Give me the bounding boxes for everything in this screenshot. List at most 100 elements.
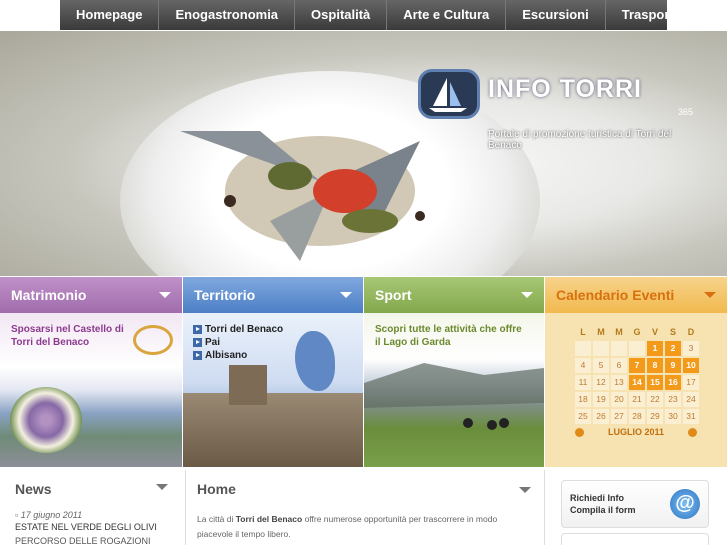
calendar-day[interactable]: 25 — [575, 409, 591, 424]
nav-ospitalita[interactable]: Ospitalità — [295, 0, 388, 30]
calendar-day[interactable]: 21 — [629, 392, 645, 407]
panel-matrimonio: Matrimonio Sposarsi nel Castello di Torr… — [0, 277, 182, 467]
calendar-day[interactable]: 24 — [683, 392, 699, 407]
calendar-week: 123 — [575, 341, 699, 356]
panel-calendario: Calendario Eventi LMMGVSD 1 2 3 4 5 6 7 8 9 10 11 1… — [545, 277, 727, 467]
panel-sport-body: Scopri tutte le attività che offre il La… — [364, 313, 544, 467]
calendar-day[interactable]: 18 — [575, 392, 591, 407]
panel-calendario-header[interactable]: Calendario Eventi — [545, 277, 727, 313]
calendar-weekday: L — [580, 327, 586, 337]
calendar-weekday: M — [615, 327, 623, 337]
next-month-icon[interactable] — [688, 427, 697, 437]
nav-escursioni[interactable]: Escursioni — [506, 0, 606, 30]
panel-calendario-body: LMMGVSD 1 2 3 4 5 6 7 8 9 10 11 12 13 14 15 16 17 18 19 20 2… — [545, 313, 727, 467]
nav-enogastronomia[interactable]: Enogastronomia — [159, 0, 296, 30]
arrow-right-icon — [193, 338, 202, 347]
matrimonio-link[interactable]: Sposarsi nel Castello di Torri del Benac… — [11, 323, 129, 349]
calendar-event-day[interactable]: 16 — [665, 375, 681, 390]
calendar-day[interactable]: 20 — [611, 392, 627, 407]
calendar-nav: LUGLIO 2011 — [575, 427, 697, 437]
sailboat-icon — [429, 78, 467, 112]
news-item-title[interactable]: ESTATE NEL VERDE DEGLI OLIVI — [15, 522, 157, 532]
panel-matrimonio-header[interactable]: Matrimonio — [0, 277, 182, 313]
calendar-day[interactable]: 28 — [629, 409, 645, 424]
nav-homepage[interactable]: Homepage — [60, 0, 160, 30]
territorio-list: Torri del Benaco Pai Albisano — [193, 323, 283, 362]
calendar-empty-cell — [629, 341, 645, 356]
calendar-day[interactable]: 5 — [593, 358, 609, 373]
panel-sport: Sport Scopri tutte le attività che offre… — [364, 277, 544, 467]
calendar-week: 18 19 20 21 22 23 24 — [575, 392, 699, 407]
territorio-item[interactable]: Torri del Benaco — [193, 323, 283, 336]
home-section: Home La città di Torri del Benaco offre … — [185, 470, 545, 545]
panel-calendario-title: Calendario Eventi — [556, 287, 675, 303]
calendar-day[interactable]: 31 — [683, 409, 699, 424]
home-text: La città di Torri del Benaco offre numer… — [197, 512, 532, 542]
calendar-day[interactable]: 13 — [611, 375, 627, 390]
logo-title: INFO TORRI — [488, 75, 642, 103]
calendar-day[interactable]: 29 — [647, 409, 663, 424]
calendar-empty-cell — [593, 341, 609, 356]
calendar-day[interactable]: 23 — [665, 392, 681, 407]
calendar-event-day[interactable]: 10 — [683, 358, 699, 373]
calendar-day[interactable]: 17 — [683, 375, 699, 390]
secondary-box — [561, 533, 709, 545]
nav-trasporti[interactable]: Trasporti — [606, 0, 694, 30]
calendar-week: 11 12 13 14 15 16 17 — [575, 375, 699, 390]
territorio-item-label: Albisano — [205, 350, 248, 361]
mountain-bikers-image — [364, 363, 544, 430]
calendar-day[interactable]: 30 — [665, 409, 681, 424]
panel-territorio-title: Territorio — [194, 287, 256, 303]
calendar-event-day[interactable]: 8 — [647, 358, 663, 373]
chevron-down-icon[interactable] — [340, 292, 352, 298]
calendar-day[interactable]: 4 — [575, 358, 591, 373]
request-info-label: Richiedi Info — [570, 493, 624, 503]
calendar-weeks: 1 2 3 4 5 6 7 8 9 10 11 12 13 14 15 16 17 18 19 20 21 22 23 24 2… — [575, 341, 699, 424]
calendar-day[interactable]: 26 — [593, 409, 609, 424]
calendar-grid: LMMGVSD 1 2 3 4 5 6 7 8 9 10 11 12 13 14 15 16 17 18 19 20 2… — [575, 327, 699, 426]
calendar-event-day[interactable]: 14 — [629, 375, 645, 390]
request-info-button[interactable]: Richiedi Info Compila il form @ — [561, 480, 709, 528]
calendar-day[interactable]: 19 — [593, 392, 609, 407]
territorio-item[interactable]: Pai — [193, 336, 283, 349]
chevron-down-icon[interactable] — [156, 484, 168, 490]
calendar-day[interactable]: 27 — [611, 409, 627, 424]
chevron-down-icon[interactable] — [704, 292, 716, 298]
main-nav: Homepage Enogastronomia Ospitalità Arte … — [60, 0, 677, 30]
request-form-label: Compila il form — [570, 505, 636, 515]
castle-image — [183, 393, 363, 467]
arrow-right-icon — [193, 325, 202, 334]
chevron-down-icon[interactable] — [519, 487, 531, 493]
calendar-event-day[interactable]: 2 — [665, 341, 681, 356]
chevron-down-icon[interactable] — [159, 292, 171, 298]
calendar-day[interactable]: 3 — [683, 341, 699, 356]
logo-superscript: 365 — [678, 107, 694, 117]
territorio-item[interactable]: Albisano — [193, 349, 283, 362]
panel-territorio-body: Torri del Benaco Pai Albisano — [183, 313, 363, 467]
sail-logo-icon — [418, 69, 480, 119]
calendar-event-day[interactable]: 1 — [647, 341, 663, 356]
panel-sport-header[interactable]: Sport — [364, 277, 544, 313]
chevron-down-icon[interactable] — [521, 292, 533, 298]
calendar-day[interactable]: 11 — [575, 375, 591, 390]
site-logo[interactable]: INFO TORRI Portale di promozione turisti… — [418, 69, 693, 151]
calendar-day[interactable]: 6 — [611, 358, 627, 373]
panel-territorio-header[interactable]: Territorio — [183, 277, 363, 313]
calendar-day[interactable]: 12 — [593, 375, 609, 390]
calendar-event-day[interactable]: 9 — [665, 358, 681, 373]
calendar-weekday: D — [687, 327, 695, 337]
nav-arte-cultura[interactable]: Arte e Cultura — [387, 0, 507, 30]
wedding-rings-icon — [133, 325, 173, 355]
calendar-day[interactable]: 22 — [647, 392, 663, 407]
prev-month-icon[interactable] — [575, 427, 584, 437]
calendar-event-day[interactable]: 15 — [647, 375, 663, 390]
home-text-bold: Torri del Benaco — [235, 514, 303, 524]
calendar-event-day[interactable]: 7 — [629, 358, 645, 373]
calendar-weekdays: LMMGVSD — [575, 327, 699, 339]
calendar-month: LUGLIO 2011 — [607, 427, 665, 437]
calendar-week: 4 5 6 7 8 9 10 — [575, 358, 699, 373]
territorio-item-label: Torri del Benaco — [205, 324, 284, 335]
home-title: Home — [197, 481, 236, 497]
home-text-prefix: La città di — [197, 514, 236, 524]
calendar-weekday: S — [669, 327, 676, 337]
